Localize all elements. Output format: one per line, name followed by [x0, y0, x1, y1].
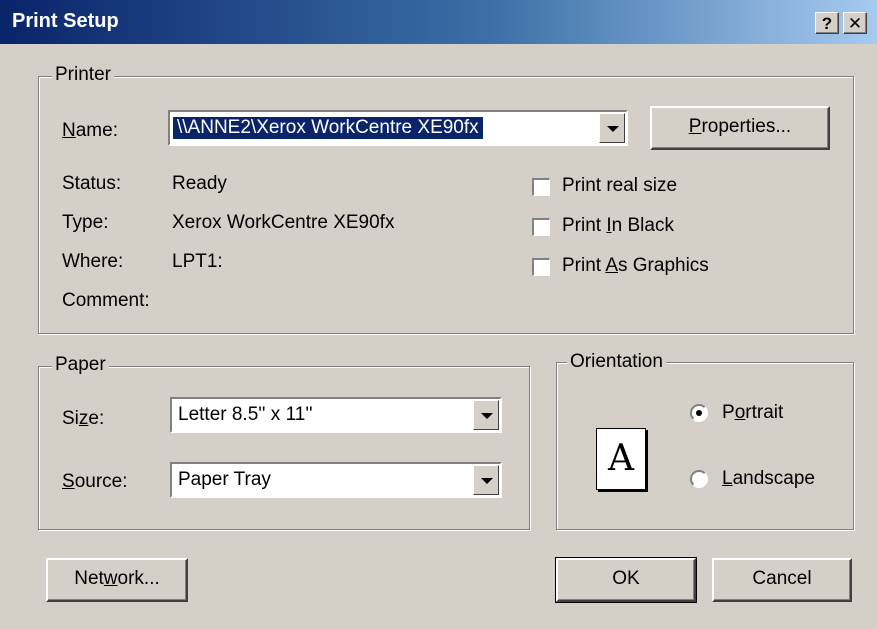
type-label: Type: [62, 212, 109, 233]
properties-button[interactable]: Properties... [650, 106, 830, 150]
paper-source-value: Paper Tray [178, 469, 271, 490]
paper-legend: Paper [52, 355, 109, 375]
size-label: Size: [62, 408, 105, 429]
chevron-down-icon[interactable] [473, 465, 499, 495]
print-as-graphics-checkbox[interactable] [532, 258, 550, 276]
name-label: Name: [62, 120, 118, 141]
paper-source-select[interactable]: Paper Tray [170, 462, 502, 498]
chevron-down-icon[interactable] [473, 400, 499, 430]
print-as-graphics-label[interactable]: Print As Graphics [562, 255, 709, 277]
source-label: Source: [62, 471, 128, 492]
print-real-size-checkbox[interactable] [532, 178, 550, 196]
cancel-button[interactable]: Cancel [712, 558, 852, 602]
network-button[interactable]: Network... [46, 558, 188, 602]
printer-name-select[interactable]: \\ANNE2\Xerox WorkCentre XE90fx [168, 110, 628, 146]
close-button[interactable]: ✕ [843, 12, 867, 34]
title-bar[interactable]: Print Setup ? ✕ [0, 0, 877, 44]
paper-group [38, 366, 530, 530]
paper-size-value: Letter 8.5'' x 11'' [178, 404, 313, 425]
help-button[interactable]: ? [815, 12, 839, 34]
portrait-label[interactable]: Portrait [722, 402, 783, 424]
ok-button[interactable]: OK [555, 557, 697, 603]
printer-legend: Printer [52, 65, 114, 85]
landscape-radio[interactable] [690, 470, 708, 488]
printer-name-value: \\ANNE2\Xerox WorkCentre XE90fx [173, 117, 483, 139]
status-label: Status: [62, 173, 122, 194]
landscape-label[interactable]: Landscape [722, 468, 815, 490]
print-real-size-label[interactable]: Print real size [562, 175, 677, 197]
orientation-legend: Orientation [567, 352, 666, 372]
portrait-radio[interactable] [690, 404, 708, 422]
window-title: Print Setup [12, 10, 119, 32]
where-label: Where: [62, 251, 124, 272]
type-value: Xerox WorkCentre XE90fx [172, 212, 395, 233]
where-value: LPT1: [172, 251, 223, 272]
print-in-black-checkbox[interactable] [532, 218, 550, 236]
print-in-black-label[interactable]: Print In Black [562, 215, 674, 237]
portrait-page-icon: A [596, 428, 646, 490]
chevron-down-icon[interactable] [599, 113, 625, 143]
paper-size-select[interactable]: Letter 8.5'' x 11'' [170, 397, 502, 433]
comment-label: Comment: [62, 290, 150, 311]
status-value: Ready [172, 173, 227, 194]
